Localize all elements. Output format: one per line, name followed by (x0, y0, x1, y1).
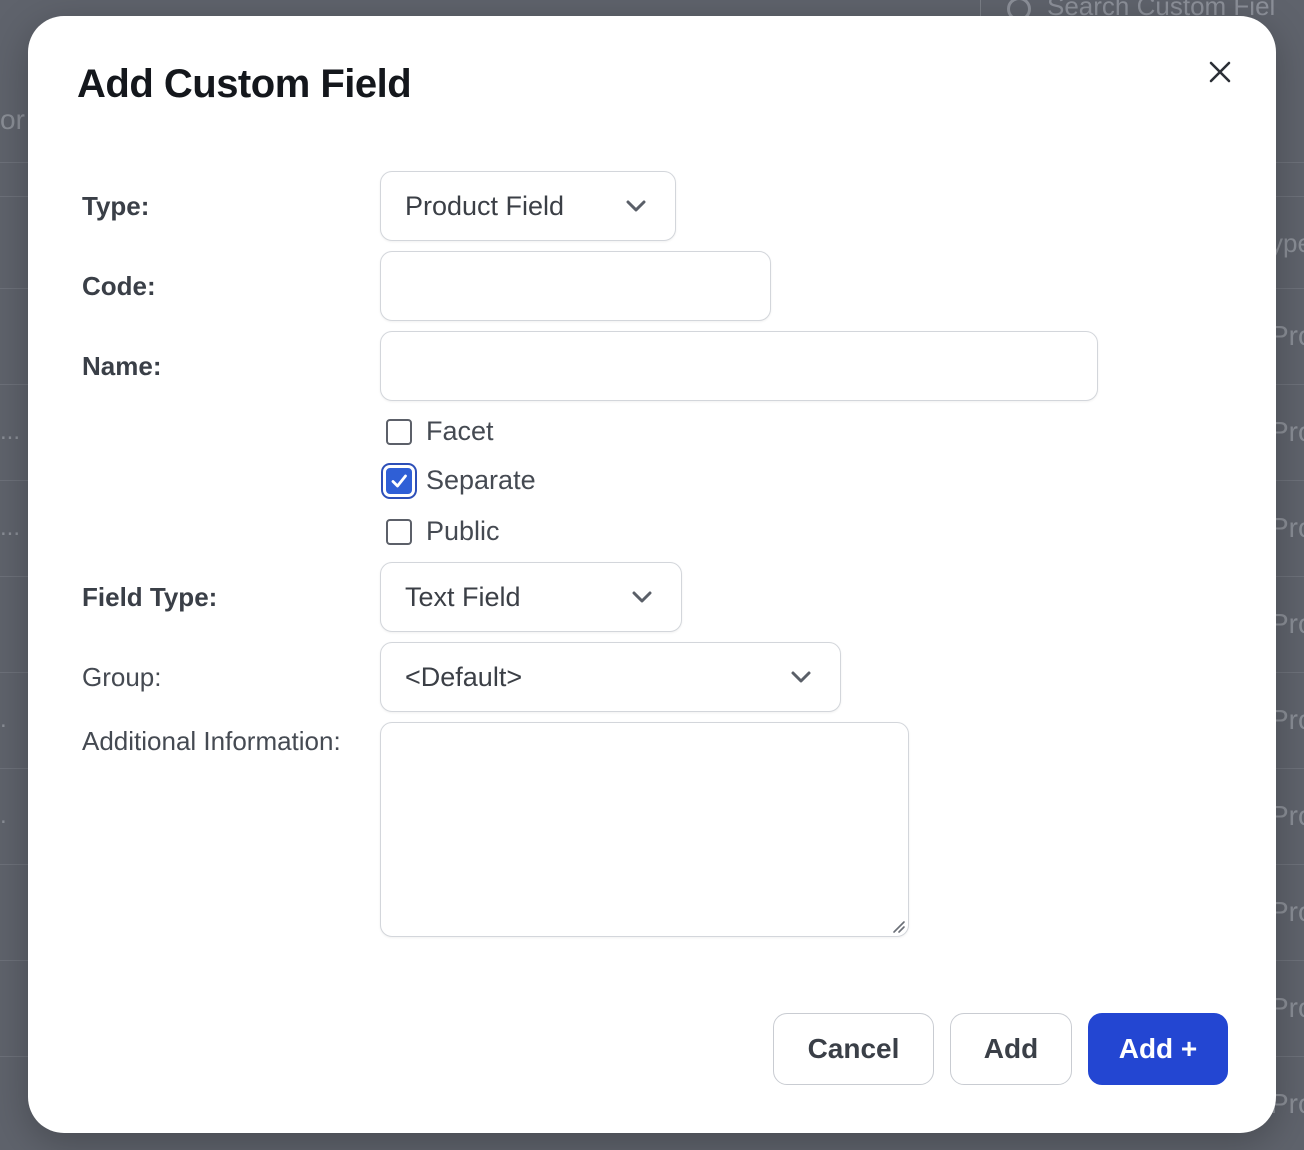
group-select[interactable]: <Default> (380, 642, 841, 712)
close-icon (1209, 61, 1231, 83)
chevron-down-icon (631, 590, 653, 604)
chevron-down-icon (625, 199, 647, 213)
additional-information-textarea[interactable] (380, 722, 909, 937)
background-row-fragment: . (0, 802, 7, 829)
background-row-fragment: . (0, 706, 7, 733)
close-button[interactable] (1204, 56, 1236, 88)
background-row-fragment: ... (0, 418, 21, 445)
facet-checkbox-label: Facet (426, 416, 494, 446)
group-label: Group: (82, 662, 162, 692)
background-header-fragment: or (0, 104, 25, 135)
checkmark-icon (391, 474, 407, 487)
add-and-new-button[interactable]: Add + (1088, 1013, 1228, 1085)
type-label: Type: (82, 191, 150, 221)
code-label: Code: (82, 271, 156, 301)
group-select-value: <Default> (405, 661, 523, 692)
add-button[interactable]: Add (950, 1013, 1072, 1085)
chevron-down-icon (790, 670, 812, 684)
separate-checkbox-row[interactable]: Separate (386, 465, 536, 496)
resize-handle-icon[interactable] (890, 918, 906, 934)
dialog-title: Add Custom Field (77, 62, 412, 106)
additional-information-label: Additional Information: (82, 726, 341, 756)
facet-checkbox[interactable] (386, 418, 412, 445)
type-select-value: Product Field (405, 190, 565, 221)
code-input[interactable] (380, 251, 771, 321)
field-type-select-value: Text Field (405, 581, 521, 612)
public-checkbox-label: Public (426, 516, 500, 546)
type-select[interactable]: Product Field (380, 171, 676, 241)
public-checkbox-row[interactable]: Public (386, 516, 500, 547)
separate-checkbox[interactable] (386, 467, 412, 494)
name-input[interactable] (380, 331, 1098, 401)
field-type-select[interactable]: Text Field (380, 562, 682, 632)
public-checkbox[interactable] (386, 518, 412, 545)
separate-checkbox-label: Separate (426, 465, 536, 495)
facet-checkbox-row[interactable]: Facet (386, 416, 494, 447)
field-type-label: Field Type: (82, 582, 218, 612)
cancel-button[interactable]: Cancel (773, 1013, 934, 1085)
name-label: Name: (82, 351, 162, 381)
background-row-fragment: ... (0, 514, 21, 541)
add-custom-field-dialog: Add Custom Field Type: Product Field Cod… (28, 16, 1276, 1133)
